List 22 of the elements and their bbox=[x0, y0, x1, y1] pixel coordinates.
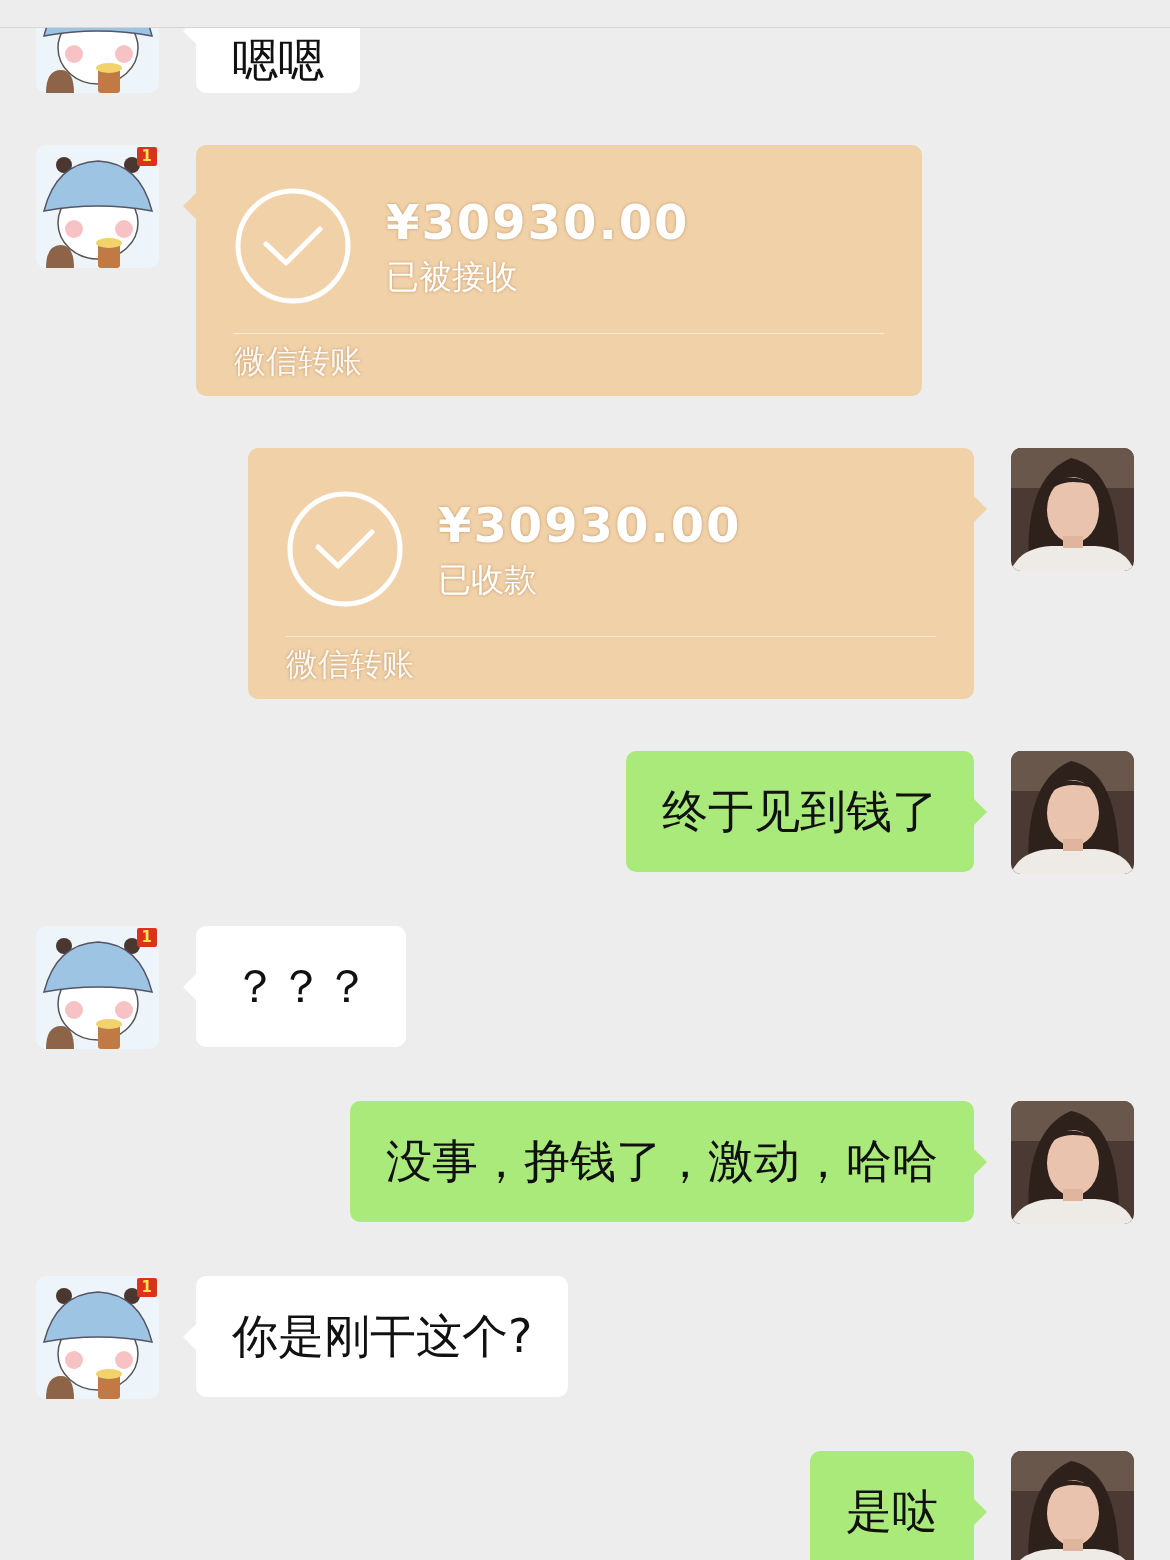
message-bubble[interactable]: 嗯嗯 bbox=[196, 28, 360, 94]
message-bubble[interactable]: 没事，挣钱了，激动，哈哈 bbox=[350, 1101, 974, 1223]
bubble-tail bbox=[183, 193, 196, 220]
status-text: 已收款 bbox=[438, 558, 538, 601]
amount-text: ¥30930.00 bbox=[386, 193, 690, 252]
amount-text: ¥30930.00 bbox=[438, 496, 742, 555]
bubble-tail bbox=[974, 1149, 987, 1176]
check-icon bbox=[286, 490, 404, 609]
unread-badge: 1 bbox=[136, 928, 157, 948]
status-text: 已被接收 bbox=[386, 255, 519, 298]
message-bubble[interactable]: ？？？ bbox=[196, 926, 406, 1048]
transfer-label: 微信转账 bbox=[286, 645, 415, 684]
check-icon bbox=[234, 187, 352, 306]
bubble-tail bbox=[974, 1499, 987, 1526]
transfer-label: 微信转账 bbox=[234, 342, 363, 381]
bubble-tail bbox=[974, 799, 987, 826]
bubble-tail bbox=[974, 496, 987, 523]
message-bubble[interactable]: 终于见到钱了 bbox=[626, 751, 974, 873]
message-bubble[interactable]: 你是刚干这个? bbox=[196, 1276, 569, 1398]
unread-badge: 1 bbox=[136, 147, 157, 167]
message-bubble[interactable]: 是哒 bbox=[810, 1451, 974, 1560]
unread-badge: 1 bbox=[136, 1278, 157, 1298]
